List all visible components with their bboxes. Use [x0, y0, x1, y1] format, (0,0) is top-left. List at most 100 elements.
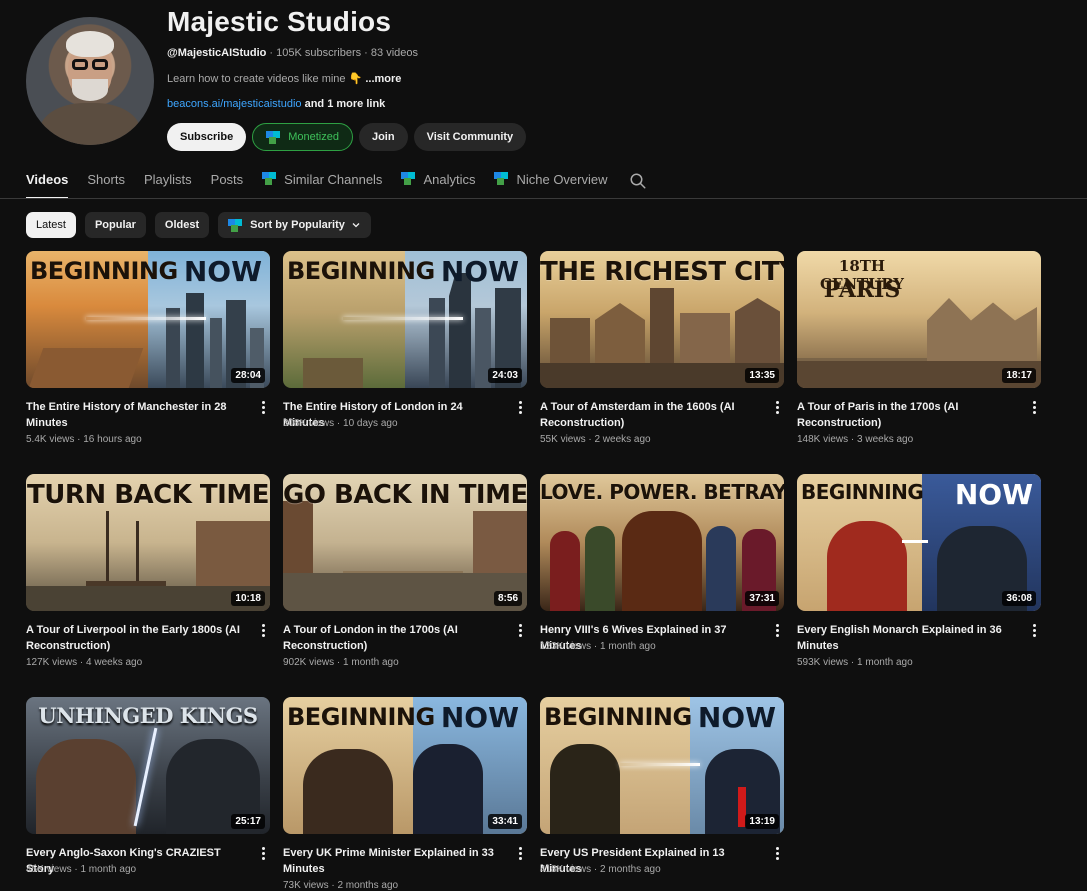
thumbnail-text: UNHINGED KINGS [38, 703, 258, 728]
video-title[interactable]: A Tour of Liverpool in the Early 1800s (… [26, 622, 248, 654]
video-card[interactable]: UNHINGED KINGS 25:17 Every Anglo-Saxon K… [26, 697, 270, 891]
video-title[interactable]: A Tour of Paris in the 1700s (AI Reconst… [797, 399, 1019, 431]
video-views: 73K views [283, 880, 329, 891]
video-meta: 148K views · 3 weeks ago [797, 434, 914, 445]
thumbnail-text: BEGINNING [30, 257, 178, 285]
video-age: 2 weeks ago [594, 434, 651, 445]
more-links[interactable]: and 1 more link [302, 98, 386, 110]
video-thumbnail[interactable]: BEGINNING NOW 13:19 [540, 697, 784, 834]
subscribe-button[interactable]: Subscribe [167, 123, 247, 151]
thumbnail-text: PARIS [823, 277, 901, 303]
video-thumbnail[interactable]: BEGINNING NOW 24:03 [283, 251, 527, 388]
video-thumbnail[interactable]: BEGINNING NOW 33:41 [283, 697, 527, 834]
tab-label: Analytics [423, 172, 476, 187]
chip-latest[interactable]: Latest [26, 212, 76, 238]
video-duration: 13:35 [745, 368, 779, 383]
vidiq-logo-icon [266, 130, 282, 144]
video-title[interactable]: The Entire History of Manchester in 28 M… [26, 399, 248, 431]
more-options-icon[interactable] [258, 845, 268, 861]
more-options-icon[interactable] [772, 399, 782, 415]
video-age: 1 month ago [857, 657, 913, 668]
video-views: 308K views [283, 418, 335, 429]
more-options-icon[interactable] [258, 622, 268, 638]
chip-oldest[interactable]: Oldest [154, 212, 210, 238]
tabs-divider [0, 198, 1087, 199]
search-icon[interactable] [629, 172, 647, 190]
thumbnail-text: THE RICHEST CITY [540, 257, 784, 287]
thumbnail-text: TURN BACK TIME [27, 480, 269, 510]
more-options-icon[interactable] [515, 399, 525, 415]
video-thumbnail[interactable]: UNHINGED KINGS 25:17 [26, 697, 270, 834]
video-meta: 902K views · 1 month ago [283, 657, 399, 668]
video-thumbnail[interactable]: THE RICHEST CITY 13:35 [540, 251, 784, 388]
video-card[interactable]: TURN BACK TIME 10:18 A Tour of Liverpool… [26, 474, 270, 697]
video-views: 45K views [26, 864, 72, 875]
more-options-icon[interactable] [772, 845, 782, 861]
channel-tabs: Videos Shorts Playlists Posts Similar Ch… [26, 166, 627, 199]
sort-by-popularity-dropdown[interactable]: Sort by Popularity [218, 212, 371, 238]
video-title[interactable]: A Tour of London in the 1700s (AI Recons… [283, 622, 505, 654]
more-options-icon[interactable] [515, 845, 525, 861]
tab-analytics[interactable]: Analytics [401, 166, 475, 199]
more-options-icon[interactable] [772, 622, 782, 638]
video-title[interactable]: A Tour of Amsterdam in the 1600s (AI Rec… [540, 399, 762, 431]
video-card[interactable]: BEGINNING NOW 33:41 Every UK Prime Minis… [283, 697, 527, 891]
tab-shorts[interactable]: Shorts [87, 166, 125, 199]
video-age: 4 weeks ago [86, 657, 143, 668]
channel-link[interactable]: beacons.ai/majesticaistudio [167, 98, 302, 110]
description-more-link[interactable]: ...more [365, 73, 401, 85]
vidiq-logo-icon [262, 172, 278, 185]
video-duration: 10:18 [231, 591, 265, 606]
video-thumbnail[interactable]: LOVE. POWER. BETRAYAL. 37:31 [540, 474, 784, 611]
tab-similar-channels[interactable]: Similar Channels [262, 166, 382, 199]
video-card[interactable]: BEGINNING NOW 36:08 Every English Monarc… [797, 474, 1041, 697]
channel-avatar[interactable] [26, 17, 154, 145]
video-meta: 127K views · 4 weeks ago [26, 657, 143, 668]
tab-niche-overview[interactable]: Niche Overview [494, 166, 608, 199]
video-age: 3 weeks ago [857, 434, 914, 445]
channel-description[interactable]: Learn how to create videos like mine 👇 .… [167, 72, 401, 85]
thumbnail-text: BEGINNING [801, 480, 924, 504]
video-age: 16 hours ago [83, 434, 142, 445]
video-card[interactable]: 18TH CENTURY PARIS 18:17 A Tour of Paris… [797, 251, 1041, 474]
video-card[interactable]: BEGINNING NOW 13:19 Every US President E… [540, 697, 784, 891]
thumbnail-text: BEGINNING [544, 703, 692, 731]
video-title[interactable]: Every UK Prime Minister Explained in 33 … [283, 845, 505, 877]
tab-videos[interactable]: Videos [26, 166, 69, 199]
video-card[interactable]: GO BACK IN TIME 8:56 A Tour of London in… [283, 474, 527, 697]
sort-chips: Latest Popular Oldest Sort by Popularity [26, 212, 371, 238]
video-views: 902K views [283, 657, 335, 668]
monetized-button[interactable]: Monetized [252, 123, 353, 151]
description-text: Learn how to create videos like mine 👇 [167, 73, 366, 85]
video-card[interactable]: THE RICHEST CITY 13:35 A Tour of Amsterd… [540, 251, 784, 474]
join-button[interactable]: Join [358, 123, 408, 151]
video-duration: 37:31 [745, 591, 779, 606]
video-card[interactable]: LOVE. POWER. BETRAYAL. 37:31 Henry VIII'… [540, 474, 784, 697]
more-options-icon[interactable] [1029, 399, 1039, 415]
video-thumbnail[interactable]: TURN BACK TIME 10:18 [26, 474, 270, 611]
video-meta: 593K views · 1 month ago [797, 657, 913, 668]
tab-label: Niche Overview [516, 172, 608, 187]
more-options-icon[interactable] [258, 399, 268, 415]
tab-playlists[interactable]: Playlists [144, 166, 192, 199]
chip-popular[interactable]: Popular [84, 212, 146, 238]
video-thumbnail[interactable]: GO BACK IN TIME 8:56 [283, 474, 527, 611]
vidiq-logo-icon [401, 172, 417, 185]
video-title[interactable]: Every English Monarch Explained in 36 Mi… [797, 622, 1019, 654]
more-options-icon[interactable] [515, 622, 525, 638]
video-age: 2 months ago [337, 880, 399, 891]
video-thumbnail[interactable]: 18TH CENTURY PARIS 18:17 [797, 251, 1041, 388]
video-thumbnail[interactable]: BEGINNING NOW 28:04 [26, 251, 270, 388]
thumbnail-text: LOVE. POWER. BETRAYAL. [540, 480, 784, 504]
video-thumbnail[interactable]: BEGINNING NOW 36:08 [797, 474, 1041, 611]
video-card[interactable]: BEGINNING NOW 28:04 The Entire History o… [26, 251, 270, 474]
tab-posts[interactable]: Posts [211, 166, 244, 199]
channel-actions: Subscribe Monetized Join Visit Community [167, 123, 527, 151]
video-views: 127K views [26, 657, 78, 668]
channel-links: beacons.ai/majesticaistudio and 1 more l… [167, 98, 385, 110]
video-card[interactable]: BEGINNING NOW 24:03 The Entire History o… [283, 251, 527, 474]
visit-community-button[interactable]: Visit Community [413, 123, 527, 151]
channel-name: Majestic Studios [167, 6, 392, 37]
thumbnail-text: NOW [183, 255, 262, 288]
more-options-icon[interactable] [1029, 622, 1039, 638]
